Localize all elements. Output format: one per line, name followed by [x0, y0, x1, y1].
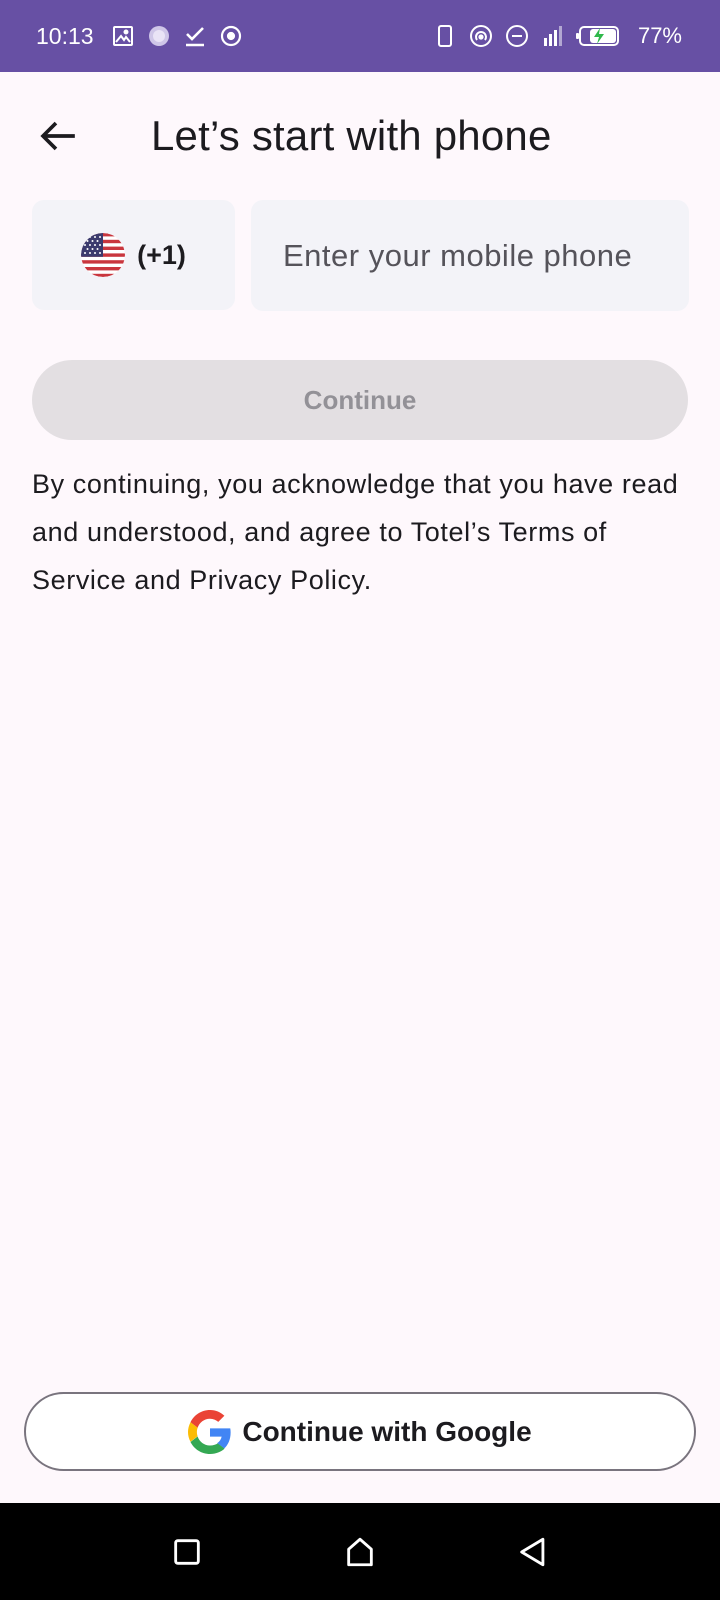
image-icon	[110, 23, 136, 49]
continue-with-google-button[interactable]: Continue with Google	[24, 1392, 696, 1471]
app-bar: Let’s start with phone	[0, 72, 720, 200]
hotspot-icon	[468, 23, 494, 49]
google-icon	[188, 1409, 232, 1454]
home-button[interactable]	[330, 1522, 390, 1582]
phone-input[interactable]	[251, 200, 689, 311]
system-nav-bar	[0, 1503, 720, 1600]
page-title: Let’s start with phone	[151, 112, 552, 159]
google-button-label: Continue with Google	[242, 1415, 532, 1447]
back-nav-button[interactable]	[503, 1522, 563, 1582]
task-done-icon	[182, 23, 208, 49]
status-bar-right: 77%	[432, 23, 682, 49]
phone-outline-icon	[432, 23, 458, 49]
home-icon	[347, 1537, 373, 1566]
legal-text: By continuing, you acknowledge that you …	[32, 469, 679, 595]
signal-icon	[540, 23, 566, 49]
battery-charging-icon	[575, 23, 622, 49]
dial-code: (+1)	[137, 239, 186, 270]
sync-spinner-icon	[146, 23, 172, 49]
battery-percent: 77%	[637, 23, 682, 48]
dnd-icon	[504, 23, 530, 49]
continue-button[interactable]: Continue	[32, 360, 688, 440]
us-flag-icon	[81, 233, 126, 277]
recents-button[interactable]	[157, 1522, 217, 1582]
triangle-back-icon	[520, 1537, 545, 1566]
back-button[interactable]	[30, 108, 86, 164]
status-bar-left: 10:13	[36, 23, 244, 50]
status-time: 10:13	[36, 22, 94, 49]
square-icon	[173, 1538, 200, 1565]
country-code-selector[interactable]: (+1)	[32, 200, 235, 310]
status-bar: 10:13 77%	[0, 0, 720, 72]
arrow-left-icon	[40, 121, 75, 151]
target-icon	[218, 23, 244, 49]
